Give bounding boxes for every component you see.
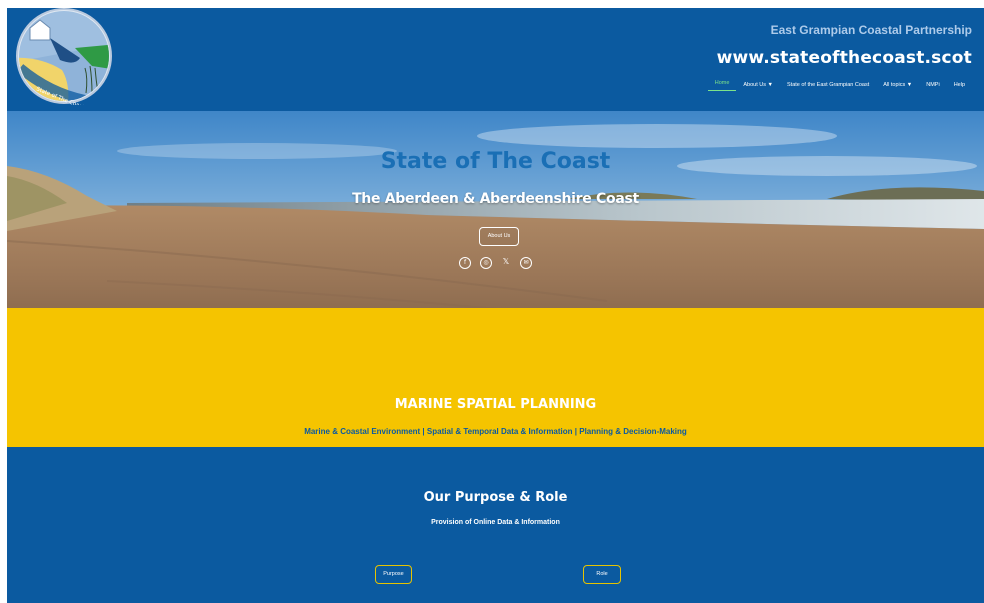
nav-all-topics[interactable]: All topics ▼ xyxy=(876,80,919,90)
social-links: f ◎ 𝕏 ✉ xyxy=(459,257,532,269)
marine-spatial-planning-topics: Marine & Coastal Environment | Spatial &… xyxy=(304,427,687,436)
email-icon[interactable]: ✉ xyxy=(520,257,532,269)
purpose-title: Our Purpose & Role xyxy=(423,490,568,505)
hero-subtitle: The Aberdeen & Aberdeenshire Coast xyxy=(352,191,639,207)
main-nav: Home About Us ▼ State of the East Grampi… xyxy=(707,78,972,91)
facebook-icon[interactable]: f xyxy=(459,257,471,269)
nav-state-of-coast[interactable]: State of the East Grampian Coast xyxy=(780,80,876,90)
marine-spatial-planning-title: MARINE SPATIAL PLANNING xyxy=(394,397,597,412)
site-url: www.stateofthecoast.scot xyxy=(716,48,972,68)
nav-nmpi[interactable]: NMPi xyxy=(919,80,946,90)
nav-home[interactable]: Home xyxy=(707,78,737,91)
site-logo[interactable]: State of The Coast xyxy=(10,8,118,111)
about-us-button[interactable]: About Us xyxy=(479,227,519,246)
nav-about-us[interactable]: About Us ▼ xyxy=(736,80,780,90)
page: State of The Coast East Grampian Coastal… xyxy=(7,8,984,603)
nav-help[interactable]: Help xyxy=(947,80,972,90)
purpose-subtitle: Provision of Online Data & Information xyxy=(431,519,560,526)
purpose-role-section: Our Purpose & Role Provision of Online D… xyxy=(7,447,984,603)
instagram-icon[interactable]: ◎ xyxy=(480,257,492,269)
site-header: State of The Coast East Grampian Coastal… xyxy=(7,8,984,111)
organisation-name: East Grampian Coastal Partnership xyxy=(770,23,972,37)
purpose-button[interactable]: Purpose xyxy=(375,565,412,584)
hero-title: State of The Coast xyxy=(380,149,611,174)
role-button[interactable]: Role xyxy=(583,565,621,584)
x-icon[interactable]: 𝕏 xyxy=(501,257,511,267)
